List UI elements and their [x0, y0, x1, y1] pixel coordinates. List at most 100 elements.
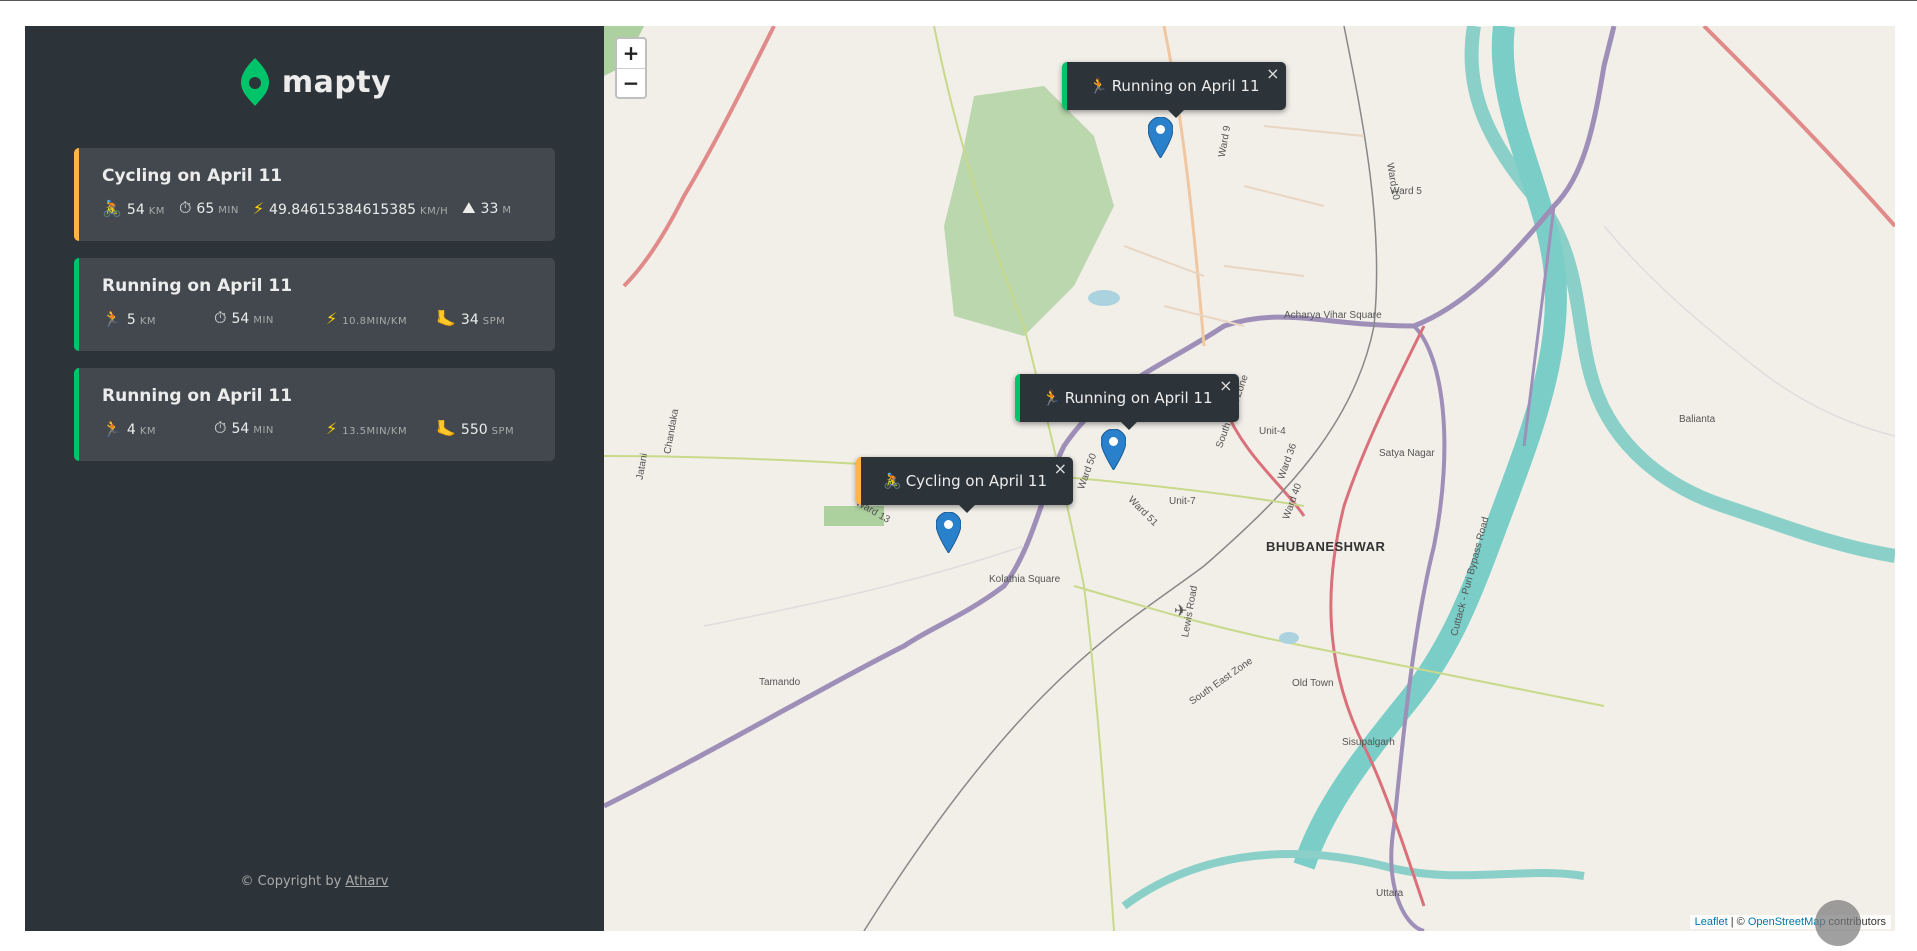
- duration-unit: min: [253, 425, 274, 436]
- duration-value: 54: [231, 311, 250, 327]
- duration-value: 65: [196, 201, 215, 217]
- distance-value: 5: [126, 311, 136, 328]
- runner-icon: 🏃: [1089, 77, 1108, 95]
- foot-icon: 🦶: [436, 308, 456, 328]
- close-icon[interactable]: ×: [1266, 64, 1279, 83]
- distance-unit: km: [148, 205, 165, 217]
- zoom-out-button[interactable]: −: [617, 68, 645, 97]
- workout-distance: 🏃 4 km: [102, 419, 214, 438]
- distance-value: 4: [126, 421, 136, 438]
- author-link[interactable]: Atharv: [345, 874, 388, 889]
- workout-title: Cycling on April 11: [102, 166, 283, 186]
- foot-icon: 🦶: [436, 418, 456, 438]
- zoom-in-button[interactable]: +: [617, 39, 645, 68]
- distance-unit: km: [139, 425, 157, 437]
- map-pin-logo-icon: [240, 58, 269, 106]
- map-label: Old Town: [1292, 678, 1334, 689]
- osm-link[interactable]: OpenStreetMap: [1748, 916, 1826, 928]
- speed-unit: km/h: [420, 205, 449, 217]
- lightning-icon: ⚡: [326, 308, 338, 328]
- lightning-icon: ⚡: [326, 418, 338, 438]
- copyright: © Copyright by Atharv: [25, 874, 604, 889]
- map-label: Satya Nagar: [1379, 448, 1435, 459]
- map-label: Uttara: [1376, 888, 1404, 899]
- map-label: Sisupalgarh: [1342, 737, 1395, 748]
- map-label: Unit-4: [1259, 426, 1286, 437]
- workout-popup[interactable]: 🏃 Running on April 11 ×: [1062, 62, 1286, 118]
- cadence-unit: spm: [491, 425, 515, 437]
- speed-value: 49.84615384615385: [269, 201, 417, 218]
- workout-elevation: ⛰ 33 m: [462, 198, 511, 218]
- popup-text: Running on April 11: [1111, 77, 1260, 95]
- map-tiles: [604, 26, 1895, 931]
- workout-item[interactable]: Cycling on April 11 🚴 54 km ⏱ 65 min ⚡ 49.846…: [74, 148, 555, 241]
- distance-unit: km: [139, 315, 157, 327]
- city-label: BHUBANESHWAR: [1266, 539, 1386, 554]
- workout-item[interactable]: Running on April 11 🏃 5 km ⏱ 54 min ⚡ 10.8min…: [74, 258, 555, 351]
- workout-pace: ⚡ 13.5min/km: [326, 419, 436, 438]
- map-label: Unit-7: [1169, 496, 1196, 507]
- workout-details: 🏃 5 km ⏱ 54 min ⚡ 10.8min/km 🦶 34 spm: [102, 308, 555, 328]
- airport-icon: ✈: [1174, 603, 1188, 620]
- cyclist-icon: 🚴: [883, 472, 902, 490]
- stopwatch-icon: ⏱: [214, 418, 227, 437]
- map-marker-icon[interactable]: [1148, 117, 1173, 158]
- duration-value: 54: [231, 421, 250, 437]
- pace-unit: 10.8min/km: [342, 315, 408, 327]
- duration-unit: min: [253, 315, 274, 326]
- stopwatch-icon: ⏱: [178, 198, 192, 217]
- map[interactable]: + − BHUBANESHWAR Acharya Vihar Square Wa…: [604, 26, 1895, 931]
- attribution-separator: | ©: [1727, 916, 1748, 928]
- workout-duration: ⏱ 54 min: [214, 418, 326, 438]
- floating-circle-button[interactable]: [1815, 900, 1861, 946]
- workout-details: 🚴 54 km ⏱ 65 min ⚡ 49.84615384615385 km/h ⛰ 33 m: [102, 198, 555, 218]
- top-border: [0, 0, 1917, 1]
- workout-distance: 🚴 54 km: [102, 199, 165, 218]
- workout-popup[interactable]: 🚴 Cycling on April 11 ×: [856, 457, 1074, 513]
- lightning-icon: ⚡: [252, 198, 265, 218]
- workout-list: Cycling on April 11 🚴 54 km ⏱ 65 min ⚡ 49.846…: [74, 148, 555, 478]
- workout-duration: ⏱ 54 min: [214, 308, 326, 328]
- logo: mapty: [25, 56, 604, 108]
- stopwatch-icon: ⏱: [214, 308, 227, 327]
- workout-distance: 🏃 5 km: [102, 309, 214, 328]
- mountain-icon: ⛰: [462, 198, 476, 217]
- distance-value: 54: [126, 201, 145, 218]
- workout-duration: ⏱ 65 min: [179, 198, 239, 218]
- cyclist-icon: 🚴: [102, 198, 122, 218]
- copyright-prefix: © Copyright by: [240, 874, 346, 889]
- elevation-unit: m: [502, 205, 512, 216]
- map-marker-icon[interactable]: [1101, 429, 1126, 470]
- workout-popup[interactable]: 🏃 Running on April 11 ×: [1015, 374, 1239, 430]
- workout-title: Running on April 11: [102, 276, 293, 296]
- app-container: mapty Cycling on April 11 🚴 54 km ⏱ 65 min ⚡…: [25, 26, 1895, 931]
- leaflet-link[interactable]: Leaflet: [1695, 916, 1728, 928]
- runner-icon: 🏃: [102, 418, 122, 438]
- close-icon[interactable]: ×: [1219, 376, 1232, 395]
- pace-unit: 13.5min/km: [342, 425, 408, 437]
- close-icon[interactable]: ×: [1054, 459, 1067, 478]
- workout-pace: ⚡ 10.8min/km: [326, 309, 436, 328]
- workout-item[interactable]: Running on April 11 🏃 4 km ⏱ 54 min ⚡ 13.5min…: [74, 368, 555, 461]
- sidebar: mapty Cycling on April 11 🚴 54 km ⏱ 65 min ⚡…: [25, 26, 604, 931]
- map-label: Kolathia Square: [989, 574, 1061, 585]
- map-marker-icon[interactable]: [936, 512, 961, 553]
- map-label: Acharya Vihar Square: [1284, 310, 1382, 321]
- runner-icon: 🏃: [102, 308, 122, 328]
- zoom-control: + −: [615, 37, 647, 99]
- workout-cadence: 🦶 550 spm: [436, 419, 514, 438]
- cadence-value: 550: [460, 421, 488, 438]
- logo-text: mapty: [281, 64, 392, 100]
- popup-text: Cycling on April 11: [905, 472, 1048, 490]
- runner-icon: 🏃: [1042, 389, 1061, 407]
- cadence-unit: spm: [482, 315, 506, 327]
- workout-title: Running on April 11: [102, 386, 293, 406]
- map-label: Tamando: [759, 677, 801, 688]
- duration-unit: min: [218, 205, 239, 216]
- workout-details: 🏃 4 km ⏱ 54 min ⚡ 13.5min/km 🦶 550 spm: [102, 418, 555, 438]
- workout-speed: ⚡ 49.84615384615385 km/h: [253, 199, 448, 218]
- popup-text: Running on April 11: [1064, 389, 1213, 407]
- map-label: Balianta: [1679, 414, 1716, 425]
- elevation-value: 33: [480, 201, 499, 217]
- workout-cadence: 🦶 34 spm: [436, 309, 505, 328]
